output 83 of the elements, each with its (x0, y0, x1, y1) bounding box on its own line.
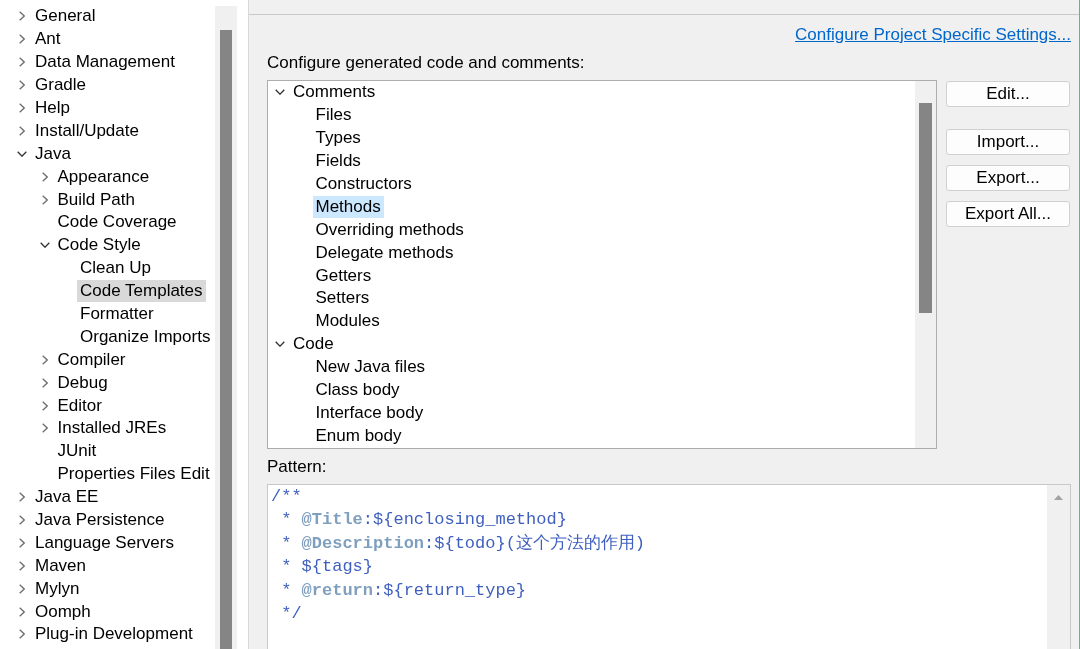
tree-item[interactable]: Getters (312, 264, 375, 287)
chevron-right-icon[interactable] (19, 125, 25, 136)
tree-item[interactable]: Debug (54, 371, 111, 394)
chevron-down-icon[interactable] (17, 150, 27, 157)
code-line: *@Description:${todo}(这个方法的作用) (280, 532, 646, 555)
chevron-right-icon[interactable] (19, 515, 25, 526)
tree-item[interactable]: Code Style (54, 234, 144, 257)
tree-item[interactable]: Properties Files Edit (54, 463, 213, 486)
pattern-editor[interactable]: /** *@Title:${enclosing_method} *@Description:${todo}(这个方法的作用) * ${tags} *@return:${return_type} */ (267, 484, 1071, 649)
edit-button[interactable]: Edit... (946, 81, 1070, 107)
code-line: */ (280, 603, 302, 626)
templates-label: Configure generated code and comments: (267, 52, 585, 74)
chevron-right-icon[interactable] (19, 583, 25, 594)
code-line: *@return:${return_type} (280, 579, 527, 602)
tree-item[interactable]: Data Management (32, 51, 178, 74)
tree-item[interactable]: Comments (290, 81, 379, 104)
chevron-right-icon[interactable] (19, 606, 25, 617)
tree-item[interactable]: Code (290, 333, 337, 356)
tree-item[interactable]: Types (312, 127, 364, 150)
chevron-right-icon[interactable] (41, 377, 48, 388)
tree-item[interactable]: Java EE (32, 486, 102, 509)
tree-item[interactable]: Build Path (54, 188, 138, 211)
chevron-right-icon[interactable] (41, 194, 48, 205)
tree-item[interactable]: Formatter (77, 303, 157, 325)
tree-item[interactable]: Overriding methods (312, 218, 467, 241)
tree-item[interactable]: Modules (312, 310, 383, 333)
chevron-right-icon[interactable] (19, 560, 25, 571)
chevron-right-icon[interactable] (19, 537, 25, 548)
chevron-right-icon[interactable] (19, 34, 25, 45)
tree-item[interactable]: Constructors (312, 173, 415, 195)
chevron-right-icon[interactable] (19, 80, 25, 91)
chevron-down-icon[interactable] (39, 242, 50, 249)
export-all-button[interactable]: Export All... (946, 201, 1070, 227)
tree-item[interactable]: Clean Up (77, 257, 154, 280)
tree-item[interactable]: Oomph (32, 600, 94, 623)
scrollbar-thumb[interactable] (919, 103, 932, 313)
tree-item[interactable]: JUnit (54, 440, 100, 463)
chevron-right-icon[interactable] (19, 11, 25, 22)
chevron-right-icon[interactable] (41, 171, 48, 182)
tree-item[interactable]: Editor (54, 394, 105, 417)
code-line: /** (271, 486, 302, 508)
tree-item[interactable]: Maven (32, 554, 90, 577)
tree-item[interactable]: Appearance (54, 165, 153, 188)
tree-item[interactable]: General (32, 5, 99, 28)
tree-item[interactable]: Methods (312, 195, 384, 218)
tree-item[interactable]: Plug-in Development (32, 623, 196, 646)
chevron-right-icon[interactable] (19, 103, 25, 113)
tree-item[interactable]: Gradle (32, 74, 90, 97)
chevron-right-icon[interactable] (19, 57, 25, 68)
chevron-right-icon[interactable] (19, 492, 25, 503)
chevron-down-icon[interactable] (275, 89, 285, 96)
tree-item[interactable]: Class body (312, 379, 403, 401)
chevron-right-icon[interactable] (19, 629, 25, 640)
code-line: *@Title:${enclosing_method} (280, 509, 567, 532)
tree-item[interactable]: Java (32, 142, 74, 165)
tree-item[interactable]: Enum body (312, 424, 405, 447)
code-line: * ${tags} (280, 556, 374, 579)
chevron-right-icon[interactable] (41, 354, 48, 365)
tree-item[interactable]: New Java files (312, 356, 429, 379)
tree-item[interactable]: Code Coverage (54, 211, 180, 234)
tree-item[interactable]: Install/Update (32, 119, 142, 142)
tree-item[interactable]: Setters (312, 287, 373, 310)
scrollbar-thumb[interactable] (220, 30, 232, 649)
import-button[interactable]: Import... (946, 129, 1070, 155)
tree-item[interactable]: Java Persistence (32, 509, 168, 532)
tree-item[interactable]: Installed JREs (54, 417, 170, 440)
tree-item[interactable]: Help (32, 97, 73, 119)
tree-item[interactable]: Interface body (312, 401, 427, 424)
tree-item[interactable]: Code Templates (77, 280, 206, 303)
pattern-label: Pattern: (267, 456, 327, 478)
project-settings-link[interactable]: Configure Project Specific Settings... (795, 25, 1071, 44)
export-button[interactable]: Export... (946, 165, 1070, 191)
tree-item[interactable]: Language Servers (32, 531, 177, 554)
chevron-right-icon[interactable] (41, 400, 48, 411)
chevron-right-icon[interactable] (41, 423, 48, 434)
tree-item[interactable]: Mylyn (32, 577, 83, 600)
chevron-down-icon[interactable] (275, 341, 285, 348)
tree-item[interactable]: Delegate methods (312, 241, 457, 264)
tree-item[interactable]: Organize Imports (77, 325, 214, 348)
tree-item[interactable]: Compiler (54, 348, 129, 371)
tree-item[interactable]: Files (312, 104, 355, 127)
tree-item[interactable]: Fields (312, 150, 364, 173)
tree-item[interactable]: Ant (32, 28, 64, 51)
